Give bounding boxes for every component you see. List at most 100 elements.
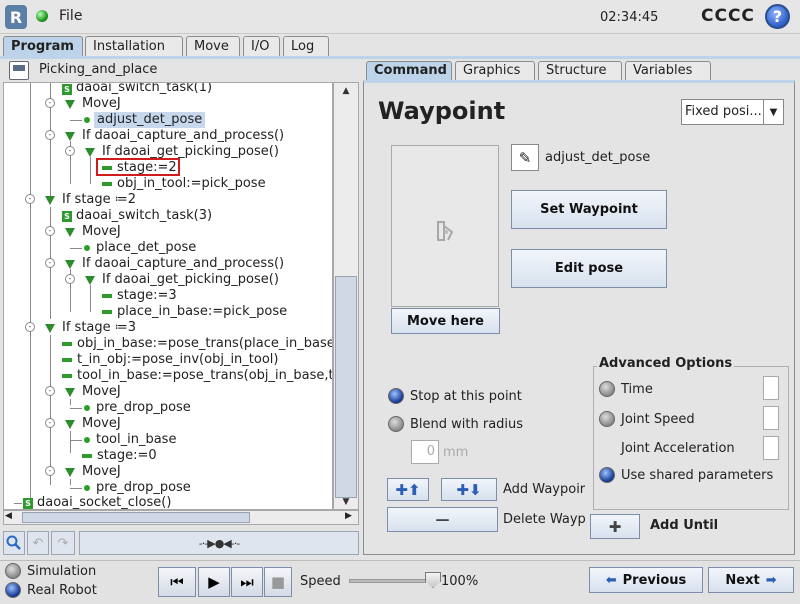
stop-radio[interactable]	[388, 388, 404, 404]
scroll-left-icon[interactable]: ◀	[5, 511, 12, 521]
save-program-icon[interactable]	[9, 61, 29, 80]
tree-node[interactable]: obj_in_base:=pose_trans(place_in_base,o	[77, 336, 332, 352]
pencil-icon[interactable]: ✎	[511, 144, 539, 171]
tab-program[interactable]: Program	[3, 36, 83, 57]
tree-node[interactable]: place_in_base:=pick_pose	[117, 304, 287, 320]
set-waypoint-button[interactable]: Set Waypoint	[511, 190, 667, 229]
add-waypoint-label: Add Waypoir	[503, 482, 586, 497]
play-icon[interactable]: ▶	[198, 567, 230, 597]
tab-structure[interactable]: Structure	[538, 61, 622, 80]
tree-node[interactable]: If stage ≔2	[62, 192, 136, 208]
speed-label: Speed	[300, 574, 341, 589]
tab-io[interactable]: I/O	[243, 36, 280, 56]
speed-value: 100%	[441, 574, 479, 589]
joint-speed-radio[interactable]	[599, 411, 615, 427]
tree-node[interactable]: MoveJ	[82, 384, 121, 400]
add-until-button[interactable]: ✚	[590, 514, 640, 539]
joint-acceleration-label: Joint Acceleration	[621, 441, 735, 456]
tree-node[interactable]: pre_drop_pose	[96, 480, 191, 496]
tab-underline	[0, 56, 800, 59]
next-label: Next	[725, 572, 760, 588]
time-label: Time	[621, 382, 653, 397]
file-menu[interactable]: File	[59, 8, 82, 24]
stop-label: Stop at this point	[410, 389, 522, 404]
tree-node[interactable]: obj_in_tool:=pick_pose	[117, 176, 266, 192]
tree-node[interactable]: t_in_obj:=pose_inv(obj_in_tool)	[77, 352, 279, 368]
scroll-right-icon[interactable]: ▶	[345, 511, 352, 521]
minus-icon: —	[435, 511, 450, 528]
undo-icon[interactable]: ↶	[27, 531, 49, 555]
add-before-icon: ✚⬆	[395, 480, 421, 499]
delete-waypoint-button[interactable]: —	[387, 507, 498, 532]
chevron-down-icon[interactable]: ▼	[763, 100, 783, 124]
tree-node[interactable]: If daoai_capture_and_process()	[82, 128, 284, 144]
tree-node[interactable]: MoveJ	[82, 224, 121, 240]
speed-slider[interactable]	[349, 579, 431, 583]
simulation-label: Simulation	[27, 564, 97, 579]
time-radio[interactable]	[599, 381, 615, 397]
plus-icon: ✚	[608, 517, 622, 536]
next-button[interactable]: Next ➡	[708, 567, 794, 593]
radius-unit: mm	[443, 445, 469, 460]
tab-move[interactable]: Move	[186, 36, 240, 56]
time-input[interactable]	[763, 376, 779, 400]
previous-label: Previous	[622, 572, 687, 588]
simulation-radio[interactable]	[5, 563, 21, 579]
tree-node[interactable]: If stage ≔3	[62, 320, 136, 336]
redo-icon[interactable]: ↷	[51, 531, 75, 555]
tree-node[interactable]: stage:=3	[117, 288, 177, 304]
delete-waypoint-label: Delete Wayp	[503, 512, 586, 527]
add-until-label: Add Until	[650, 518, 719, 533]
collapse-icon: -·-▶●◀-·-	[198, 536, 240, 550]
add-waypoint-before-button[interactable]: ✚⬆	[387, 478, 429, 501]
tree-node[interactable]: daoai_switch_task(1)	[76, 83, 212, 96]
tree-node[interactable]: daoai_socket_close()	[37, 495, 171, 509]
tree-node[interactable]: MoveJ	[82, 464, 121, 480]
blend-radio[interactable]	[388, 416, 404, 432]
tab-log[interactable]: Log	[283, 36, 329, 56]
blend-radius-input[interactable]: 0	[411, 440, 439, 464]
tab-command[interactable]: Command	[366, 61, 452, 80]
program-tree[interactable]: S daoai_switch_task(1) - MoveJ adjust_de…	[3, 82, 333, 510]
help-button[interactable]: ?	[765, 4, 790, 29]
waypoint-title: Waypoint	[378, 97, 506, 125]
edit-pose-button[interactable]: Edit pose	[511, 249, 667, 288]
top-bar	[0, 0, 800, 34]
robot-status-icon	[36, 10, 48, 22]
shared-params-radio[interactable]	[599, 467, 615, 483]
scroll-up-icon[interactable]: ▲	[335, 84, 357, 98]
vertical-scroll-thumb[interactable]	[335, 276, 357, 498]
tree-node[interactable]: If daoai_get_picking_pose()	[102, 272, 279, 288]
tree-node[interactable]: place_det_pose	[96, 240, 196, 256]
tree-node[interactable]: daoai_switch_task(3)	[76, 208, 212, 224]
tree-node[interactable]: MoveJ	[82, 416, 121, 432]
tree-node[interactable]: pre_drop_pose	[96, 400, 191, 416]
robot-preview-icon	[434, 218, 458, 251]
tree-node[interactable]: If daoai_capture_and_process()	[82, 256, 284, 272]
move-here-button[interactable]: Move here	[391, 308, 500, 334]
tree-node[interactable]: tool_in_base	[96, 432, 176, 448]
real-robot-radio[interactable]	[5, 582, 21, 598]
tree-node[interactable]: tool_in_base:=pose_trans(obj_in_base,t_i	[77, 368, 332, 384]
tree-node-selected[interactable]: adjust_det_pose	[94, 112, 206, 128]
tree-node[interactable]: MoveJ	[82, 96, 121, 112]
advanced-options-title: Advanced Options	[597, 356, 735, 371]
joint-speed-input[interactable]	[763, 406, 779, 430]
skip-back-icon[interactable]: ⏮	[158, 567, 196, 597]
tab-graphics[interactable]: Graphics	[455, 61, 535, 80]
tab-installation[interactable]: Installation	[85, 36, 183, 56]
stop-icon[interactable]: ■	[264, 567, 292, 597]
collapse-expand-button[interactable]: -·-▶●◀-·-	[79, 531, 359, 555]
previous-button[interactable]: ⬅ Previous	[589, 567, 703, 593]
program-name: Picking_and_place	[39, 62, 158, 77]
logo: R	[5, 5, 27, 29]
joint-acceleration-input[interactable]	[763, 436, 779, 460]
tree-node[interactable]: stage:=0	[97, 448, 157, 464]
shared-params-label: Use shared parameters	[621, 468, 774, 483]
tab-variables[interactable]: Variables	[625, 61, 711, 80]
add-waypoint-after-button[interactable]: ✚⬇	[441, 478, 497, 501]
step-icon[interactable]: ⏭	[231, 567, 263, 597]
add-after-icon: ✚⬇	[456, 480, 482, 499]
search-icon[interactable]	[3, 531, 25, 555]
horizontal-scroll-thumb[interactable]	[22, 512, 250, 523]
